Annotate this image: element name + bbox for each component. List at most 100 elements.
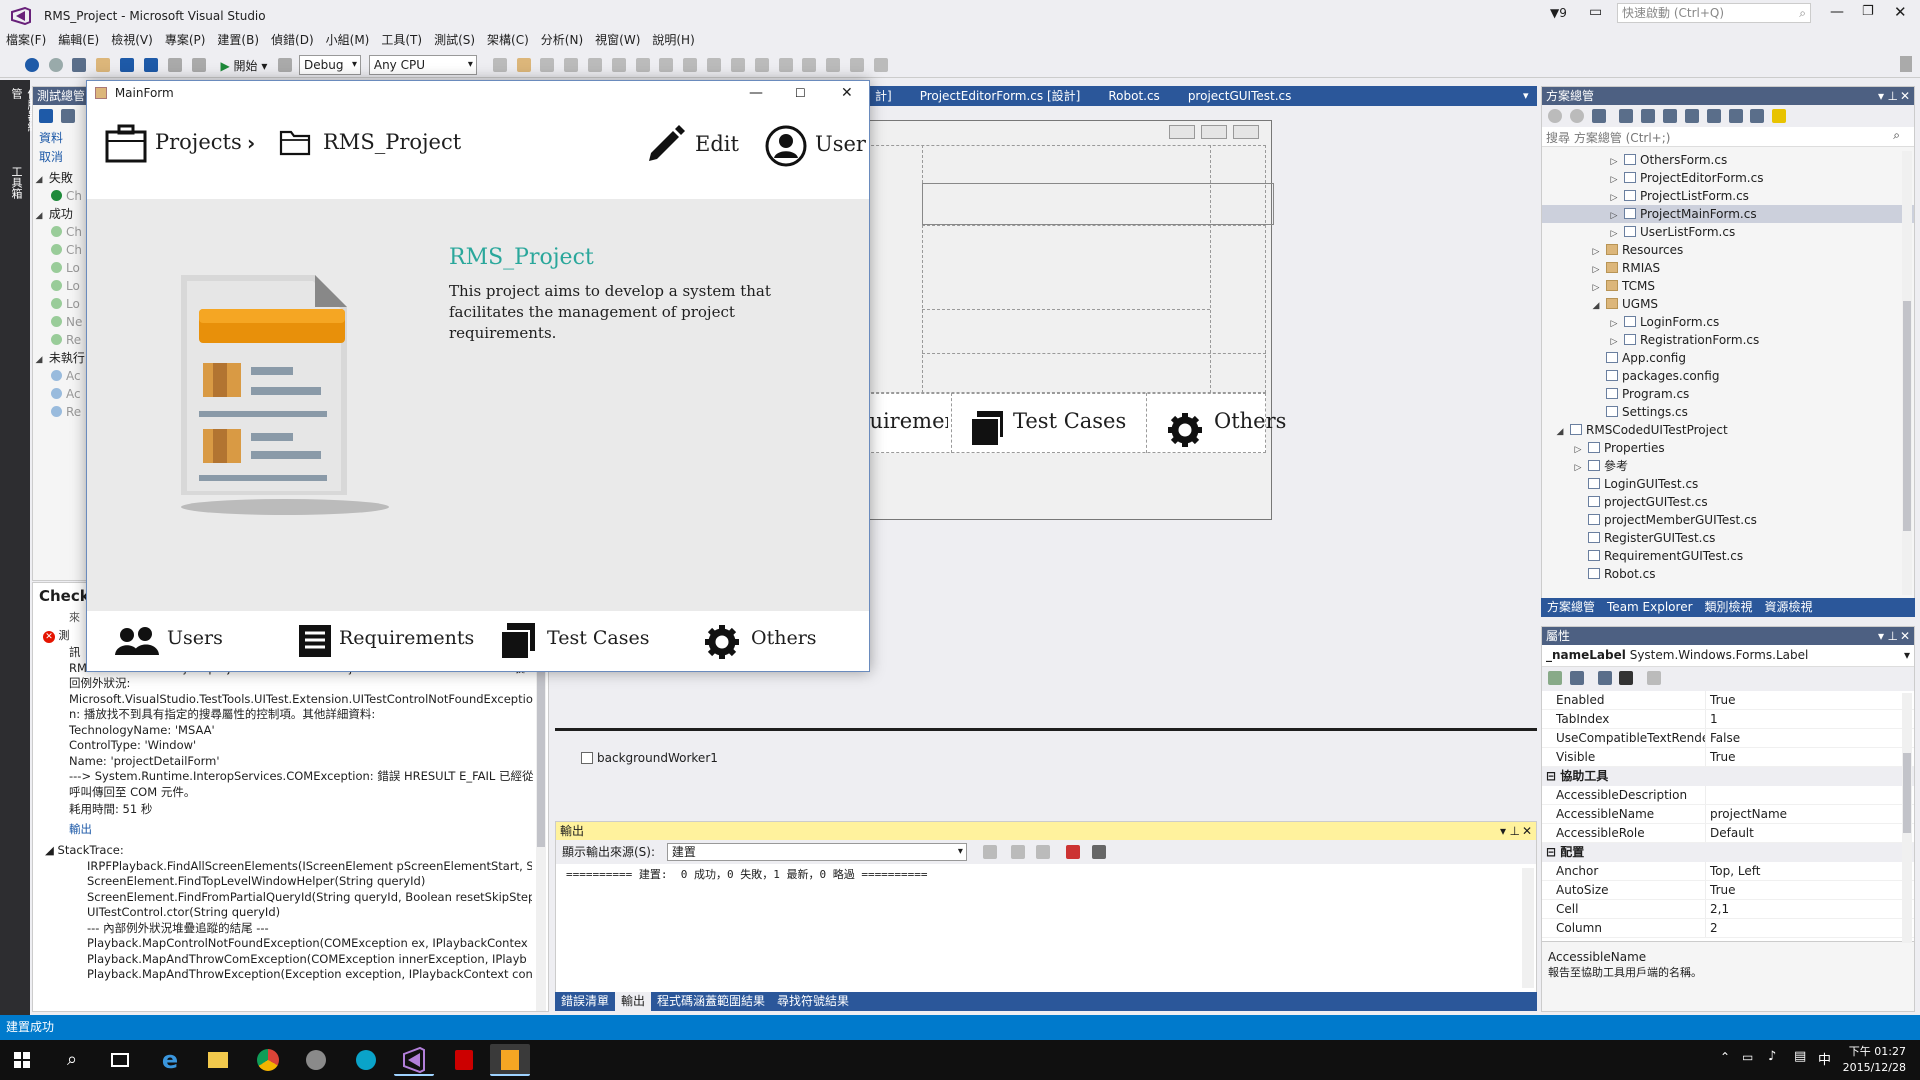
solution-close-icon[interactable]: ✕ (1900, 87, 1910, 105)
solution-tree-item[interactable]: ▷ OthersForm.cs (1542, 151, 1914, 169)
menu-item[interactable]: 分析(N) (535, 30, 589, 50)
document-tab[interactable]: Robot.cs (1094, 86, 1173, 106)
app-icon-6[interactable] (346, 1044, 386, 1076)
nav-test-cases[interactable]: Test Cases (547, 627, 649, 649)
search-taskbar-icon[interactable]: ⌕ (52, 1044, 92, 1076)
save-all-icon[interactable] (143, 58, 158, 72)
property-category[interactable]: ⊟ 配置 (1542, 843, 1914, 862)
edit-button[interactable]: Edit (695, 132, 739, 156)
projects-breadcrumb-icon[interactable] (105, 123, 147, 163)
show-all-icon[interactable] (1706, 109, 1721, 123)
view-code-icon[interactable] (1728, 109, 1743, 123)
solution-tree-item[interactable]: ◢ UGMS (1542, 295, 1914, 313)
platform-dropdown[interactable]: Any CPU (368, 55, 477, 75)
chrome-icon[interactable] (248, 1044, 288, 1076)
user-icon[interactable] (765, 125, 807, 167)
toolbar-overflow-icon[interactable] (1900, 56, 1912, 72)
sol-forward-icon[interactable] (1569, 109, 1584, 123)
running-app-icon[interactable] (490, 1044, 530, 1076)
action-center-icon[interactable]: ▤ (1794, 1049, 1806, 1064)
prop-close-icon[interactable]: ✕ (1900, 627, 1910, 645)
solution-tree-item[interactable]: packages.config (1542, 367, 1914, 385)
start-button[interactable]: ▶ 開始 ▾ (220, 57, 267, 74)
refresh-icon[interactable] (278, 58, 293, 72)
hspacing-icon[interactable] (802, 58, 817, 72)
solution-dropdown-icon[interactable]: ▾ (1878, 87, 1884, 105)
align-icon[interactable] (540, 58, 555, 72)
align-bottom-icon[interactable] (683, 58, 698, 72)
solution-scrollbar[interactable] (1902, 151, 1912, 595)
undo-icon[interactable] (167, 58, 182, 72)
property-row[interactable]: AutoSize True (1542, 881, 1914, 900)
property-category[interactable]: ⊟ 協助工具 (1542, 767, 1914, 786)
solution-tree-item[interactable]: ▷ ProjectEditorForm.cs (1542, 169, 1914, 187)
output-tab[interactable]: 尋找符號結果 (771, 992, 855, 1011)
nav-others[interactable]: Others (751, 627, 817, 649)
nav-requirements[interactable]: Requirements (339, 627, 474, 649)
solution-tree-item[interactable]: ▷ Properties (1542, 439, 1914, 457)
designer-nav-test-cases[interactable]: Test Cases (1013, 409, 1126, 433)
word-wrap-icon[interactable] (1092, 845, 1106, 859)
doc-tabs-dropdown-icon[interactable]: ▾ (1523, 86, 1529, 106)
volume-icon[interactable]: ♪ (1768, 1049, 1776, 1064)
open-file-icon[interactable] (96, 58, 111, 72)
object-selector[interactable]: _nameLabel System.Windows.Forms.Label ▾ (1542, 645, 1914, 667)
solution-tab[interactable]: 類別檢視 (1699, 598, 1759, 617)
output-tab[interactable]: 程式碼涵蓋範圍結果 (651, 992, 771, 1011)
network-icon[interactable]: ▭ (1742, 1050, 1753, 1064)
property-row[interactable]: Enabled True (1542, 691, 1914, 710)
menu-item[interactable]: 測試(S) (428, 30, 481, 50)
quick-launch-input[interactable]: 快速啟動 (Ctrl+Q) ⌕ (1617, 3, 1811, 23)
output-tab[interactable]: 輸出 (615, 992, 652, 1011)
align-top-icon[interactable] (635, 58, 650, 72)
property-row[interactable]: Cell 2,1 (1542, 900, 1914, 919)
find-icon[interactable] (492, 58, 507, 72)
document-tab[interactable]: projectGUITest.cs (1174, 86, 1306, 106)
designer-nav-others[interactable]: Others (1214, 409, 1286, 433)
solution-tree-item[interactable]: ◢ RMSCodedUITestProject (1542, 421, 1914, 439)
property-row[interactable]: AccessibleRole Default (1542, 824, 1914, 843)
solution-tree-item[interactable]: ▷ TCMS (1542, 277, 1914, 295)
property-pages-icon[interactable] (1647, 671, 1662, 685)
history-icon[interactable] (1619, 109, 1634, 123)
notification-icon[interactable]: ▼9 (1550, 6, 1567, 20)
file-explorer-icon[interactable] (198, 1044, 238, 1076)
align-center-icon[interactable] (588, 58, 602, 72)
find-message-icon[interactable] (982, 845, 997, 859)
collapse-all-icon[interactable] (1684, 109, 1699, 123)
home-icon[interactable] (1591, 109, 1606, 123)
menu-item[interactable]: 工具(T) (375, 30, 428, 50)
output-close-icon[interactable]: ✕ (1522, 822, 1532, 840)
same-size-icon[interactable] (754, 58, 769, 72)
property-row[interactable]: AccessibleName projectName (1542, 805, 1914, 824)
menu-item[interactable]: 偵錯(D) (265, 30, 320, 50)
menu-item[interactable]: 視窗(W) (589, 30, 646, 50)
preview-icon[interactable] (1772, 109, 1787, 123)
menu-item[interactable]: 編輯(E) (52, 30, 105, 50)
categorized-icon[interactable] (1548, 671, 1562, 685)
menu-item[interactable]: 建置(B) (211, 30, 265, 50)
vspacing-icon[interactable] (826, 58, 841, 72)
config-dropdown[interactable]: Debug (299, 55, 362, 75)
breadcrumb-projects[interactable]: Projects (155, 130, 242, 154)
task-view-icon[interactable] (100, 1044, 140, 1076)
background-worker-component[interactable]: backgroundWorker1 (581, 751, 718, 765)
solution-tree-item[interactable]: ▷ Resources (1542, 241, 1914, 259)
send-back-icon[interactable] (873, 58, 888, 72)
solution-tab[interactable]: Team Explorer (1601, 598, 1699, 617)
solution-tree-item[interactable]: LoginGUITest.cs (1542, 475, 1914, 493)
grid-icon[interactable] (778, 58, 793, 72)
tray-chevron-icon[interactable]: ⌃ (1720, 1050, 1730, 1064)
solution-tree-item[interactable]: Robot.cs (1542, 565, 1914, 583)
edit-icon[interactable] (645, 123, 687, 165)
menu-item[interactable]: 小組(M) (320, 30, 376, 50)
prop-pin-icon[interactable]: ⊥ (1888, 627, 1898, 645)
taskbar-clock[interactable]: 下午 01:27 2015/12/28 (1838, 1044, 1906, 1076)
align-middle-icon[interactable] (659, 58, 674, 72)
property-row[interactable]: UseCompatibleTextRenderinFalse (1542, 729, 1914, 748)
solution-tree-item[interactable]: ▷ ProjectListForm.cs (1542, 187, 1914, 205)
document-tab[interactable]: ProjectEditorForm.cs [設計] (906, 86, 1095, 106)
sol-refresh-icon[interactable] (1663, 109, 1678, 123)
menu-item[interactable]: 檢視(V) (105, 30, 159, 50)
solution-tree-item[interactable]: RegisterGUITest.cs (1542, 529, 1914, 547)
